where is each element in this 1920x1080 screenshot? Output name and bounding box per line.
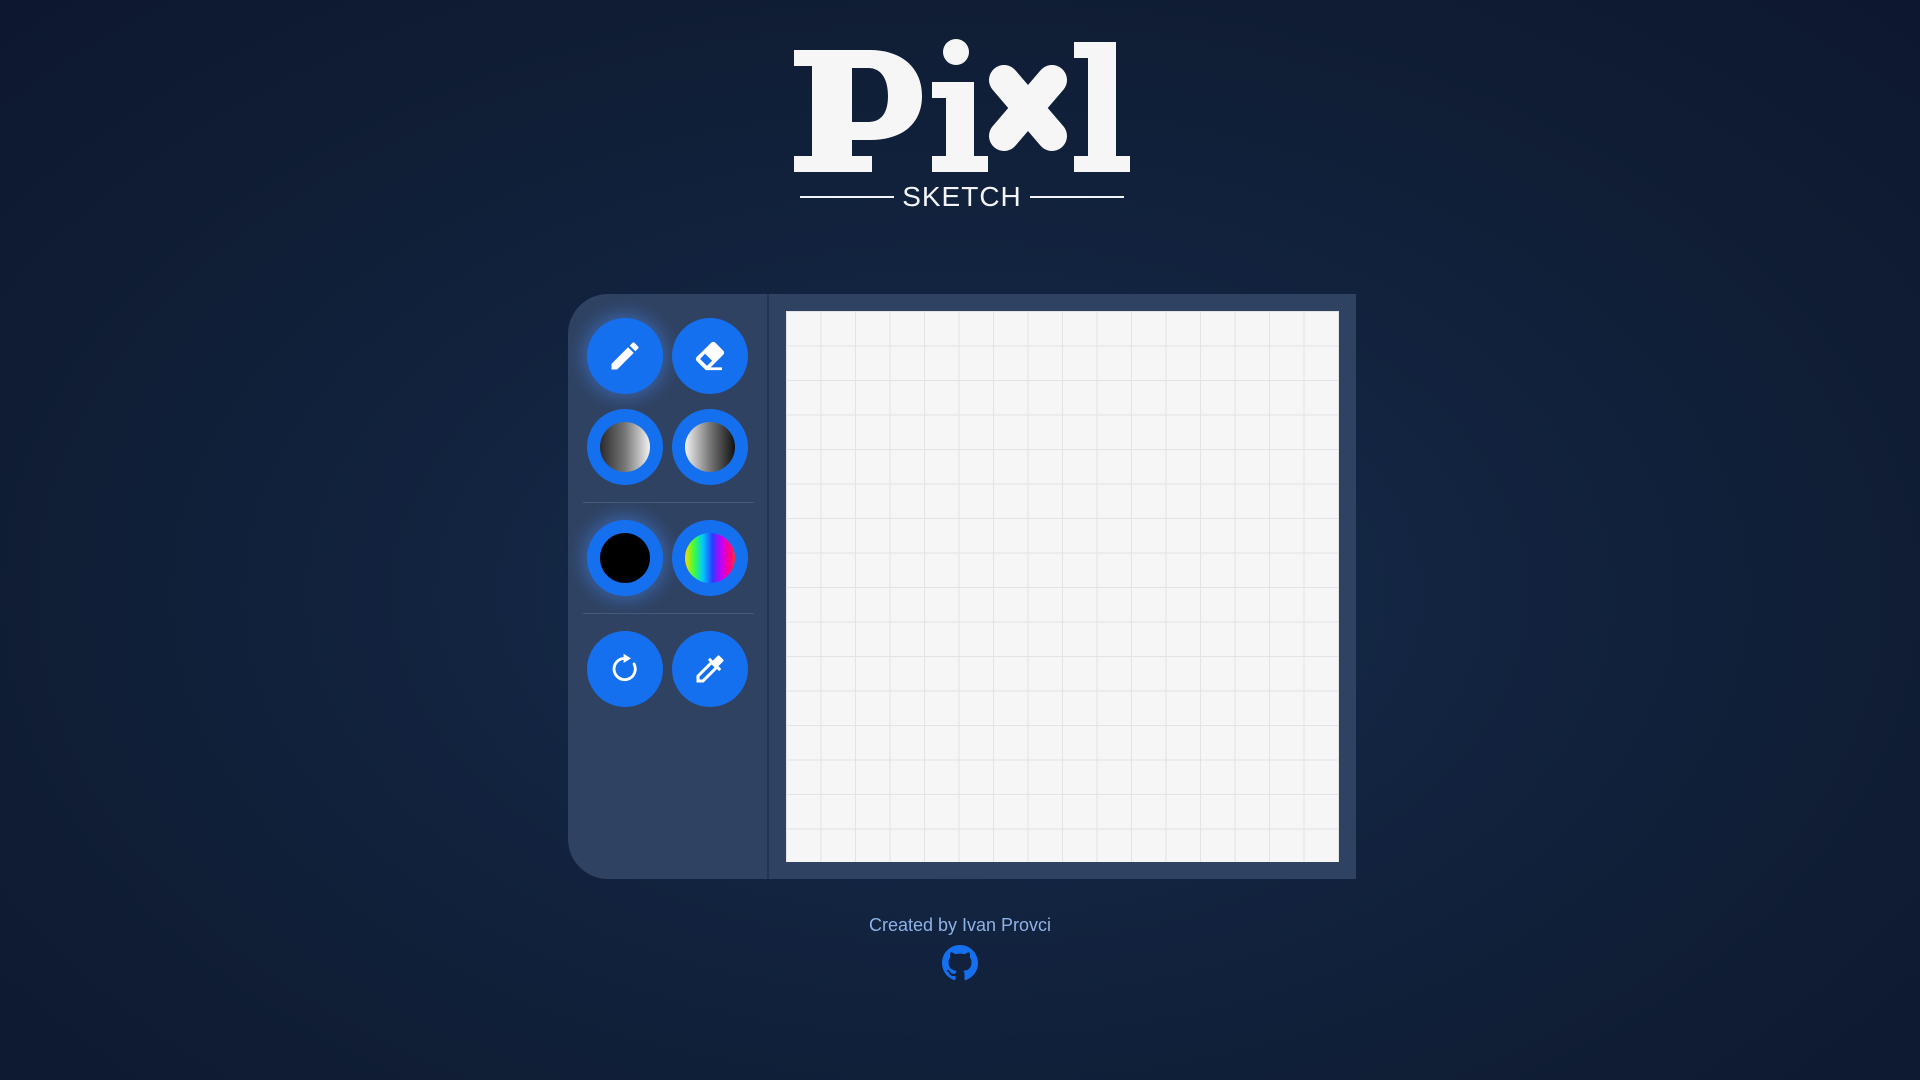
reset-button[interactable] — [587, 631, 663, 707]
black-color-button[interactable] — [587, 520, 663, 596]
eraser-button[interactable] — [672, 318, 748, 394]
darken-shade-icon — [685, 422, 735, 472]
logo-tagline: SKETCH — [790, 177, 1134, 217]
github-link[interactable] — [942, 945, 978, 981]
black-color-swatch — [600, 533, 650, 583]
eraser-icon — [695, 341, 725, 371]
toolbar-divider — [767, 294, 769, 879]
toolbar — [568, 294, 769, 879]
tagline-rule-right — [1029, 196, 1124, 198]
reset-icon — [612, 653, 637, 682]
toolbar-separator — [583, 502, 754, 503]
tool-row-colors — [568, 520, 769, 596]
pencil-icon — [611, 342, 639, 370]
lighten-shade-icon — [600, 422, 650, 472]
logo-wordmark — [794, 39, 1130, 172]
footer: Created by Ivan Provci — [0, 913, 1920, 985]
rainbow-color-swatch — [685, 533, 735, 583]
tool-row-actions — [568, 631, 769, 707]
lighten-button[interactable] — [587, 409, 663, 485]
drawing-canvas[interactable] — [786, 311, 1339, 862]
sketch-app — [568, 294, 1356, 879]
color-picker-button[interactable] — [672, 631, 748, 707]
tagline-text: SKETCH — [902, 181, 1022, 212]
pencil-button[interactable] — [587, 318, 663, 394]
tool-row-drawing — [568, 318, 769, 394]
darken-button[interactable] — [672, 409, 748, 485]
github-icon — [942, 945, 978, 981]
canvas-frame — [769, 294, 1356, 879]
eyedropper-icon — [696, 655, 724, 683]
rainbow-color-button[interactable] — [672, 520, 748, 596]
tool-row-shading — [568, 409, 769, 485]
app-logo: SKETCH — [790, 36, 1134, 216]
tagline-rule-left — [800, 196, 895, 198]
credit-text: Created by Ivan Provci — [868, 915, 1052, 935]
toolbar-separator — [583, 613, 754, 614]
